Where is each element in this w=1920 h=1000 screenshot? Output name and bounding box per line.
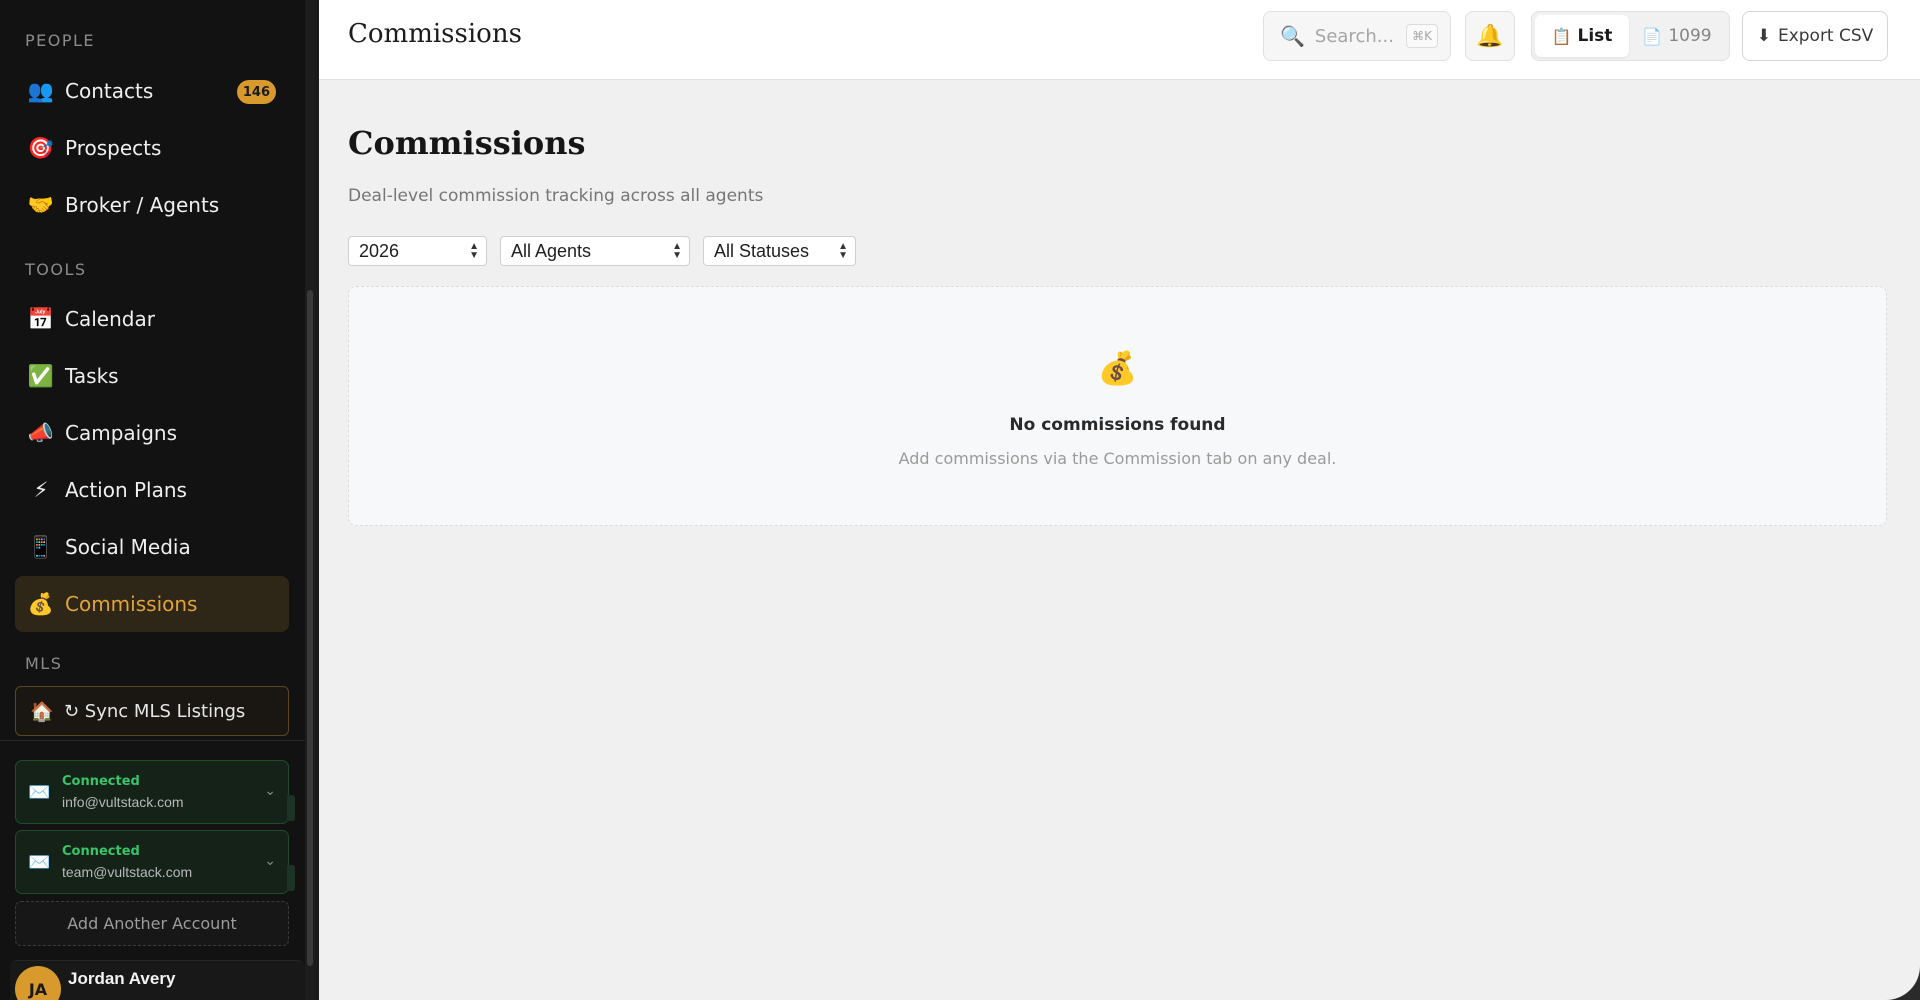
money-bag-icon: 💰: [1097, 349, 1138, 387]
sidebar-item-label: Calendar: [65, 307, 155, 331]
download-icon: ⬇: [1756, 26, 1771, 46]
sidebar-item-commissions[interactable]: 💰 Commissions: [15, 576, 289, 632]
account-tab-handle: [287, 865, 295, 891]
sidebar-scrollbar[interactable]: [305, 0, 315, 1000]
money-bag-icon: 💰: [27, 591, 55, 616]
envelope-icon: ✉️: [28, 851, 51, 873]
page-subtitle: Deal-level commission tracking across al…: [348, 186, 764, 206]
sidebar-divider: [0, 740, 305, 741]
sidebar: PEOPLE 👥 Contacts 146 🎯 Prospects 🤝 Brok…: [0, 0, 305, 1000]
account-status: Connected: [62, 774, 140, 789]
export-csv-button[interactable]: ⬇ Export CSV: [1742, 11, 1888, 61]
shortcut-hint: ⌘K: [1406, 24, 1438, 48]
sidebar-item-tasks[interactable]: ✅ Tasks: [15, 348, 289, 404]
lightning-icon: ⚡: [33, 478, 49, 502]
sidebar-item-prospects[interactable]: 🎯 Prospects: [15, 120, 289, 176]
tab-label: List: [1577, 26, 1613, 46]
sidebar-item-label: Broker / Agents: [65, 193, 220, 217]
sidebar-item-social-media[interactable]: 📱 Social Media: [15, 519, 289, 575]
scrollbar-thumb[interactable]: [307, 290, 313, 966]
sidebar-item-label: Social Media: [65, 535, 191, 559]
empty-state-card: 💰 No commissions found Add commissions v…: [348, 286, 1887, 526]
document-icon: 📄: [1642, 26, 1663, 46]
contacts-count-badge: 146: [236, 80, 276, 104]
house-icon: 🏠: [30, 700, 54, 723]
status-select[interactable]: All Statuses ▲ ▼: [703, 236, 856, 266]
page-title: Commissions: [348, 124, 586, 162]
megaphone-icon: 📣: [27, 420, 55, 445]
checkmark-icon: ✅: [27, 363, 55, 388]
user-name: Jordan Avery: [68, 969, 176, 988]
search-input[interactable]: [1314, 25, 1403, 47]
sidebar-item-broker-agents[interactable]: 🤝 Broker / Agents: [15, 177, 289, 233]
sync-mls-button[interactable]: 🏠 ↻ Sync MLS Listings: [15, 686, 289, 736]
select-arrows-icon: ▲ ▼: [672, 241, 682, 261]
year-select-value: 2026: [359, 240, 400, 261]
sidebar-item-calendar[interactable]: 📅 Calendar: [15, 291, 289, 347]
account-tab-handle: [287, 795, 295, 821]
account-email: team@vultstack.com: [62, 864, 193, 880]
chevron-down-icon[interactable]: ⌄: [264, 853, 276, 869]
envelope-icon: ✉️: [28, 781, 51, 803]
agent-select-value: All Agents: [511, 240, 592, 261]
phone-icon: 📱: [27, 534, 55, 559]
search-icon: 🔍: [1280, 24, 1305, 48]
sidebar-item-label: Tasks: [65, 364, 119, 388]
sidebar-item-label: Campaigns: [65, 421, 178, 445]
avatar: JA: [15, 966, 61, 1000]
tab-label: 1099: [1668, 26, 1712, 46]
handshake-icon: 🤝: [27, 192, 55, 217]
account-status: Connected: [62, 844, 140, 859]
contacts-icon: 👥: [27, 78, 55, 103]
sidebar-item-label: Action Plans: [65, 478, 187, 502]
select-arrows-icon: ▲ ▼: [838, 241, 848, 261]
bell-icon: 🔔: [1476, 23, 1504, 49]
sidebar-item-label: Prospects: [65, 136, 162, 160]
clipboard-icon: 📋: [1551, 26, 1572, 46]
sidebar-item-label: Commissions: [65, 592, 198, 616]
header-title: Commissions: [348, 19, 522, 49]
status-select-value: All Statuses: [714, 240, 810, 261]
export-label: Export CSV: [1777, 26, 1874, 46]
year-select[interactable]: 2026 ▲ ▼: [348, 236, 487, 266]
account-email: info@vultstack.com: [62, 794, 184, 810]
tab-1099[interactable]: 📄 1099: [1629, 15, 1725, 57]
select-arrows-icon: ▲ ▼: [469, 241, 479, 261]
main-border: [315, 0, 319, 1000]
chevron-down-icon[interactable]: ⌄: [264, 783, 276, 799]
tab-list[interactable]: 📋 List: [1535, 15, 1629, 57]
sidebar-item-contacts[interactable]: 👥 Contacts 146: [15, 63, 289, 119]
view-toggle: 📋 List 📄 1099: [1531, 11, 1730, 61]
sidebar-item-action-plans[interactable]: ⚡ Action Plans: [15, 462, 289, 518]
calendar-icon: 📅: [27, 306, 55, 331]
target-icon: 🎯: [27, 135, 55, 160]
empty-state-title: No commissions found: [1009, 415, 1226, 435]
agent-select[interactable]: All Agents ▲ ▼: [500, 236, 690, 266]
section-label-tools: TOOLS: [25, 260, 87, 279]
user-profile[interactable]: JA Jordan Avery: [10, 960, 305, 1000]
top-header: Commissions 🔍 ⌘K 🔔 📋 List 📄 1099 ⬇ Expor…: [319, 0, 1920, 80]
sync-mls-label: ↻ Sync MLS Listings: [64, 700, 246, 722]
notifications-button[interactable]: 🔔: [1465, 11, 1515, 61]
search-box[interactable]: 🔍 ⌘K: [1263, 11, 1451, 61]
empty-state-message: Add commissions via the Commission tab o…: [898, 449, 1337, 468]
section-label-people: PEOPLE: [25, 31, 96, 50]
sidebar-item-campaigns[interactable]: 📣 Campaigns: [15, 405, 289, 461]
email-account-card[interactable]: ✉️ Connected team@vultstack.com ⌄: [15, 830, 295, 894]
sidebar-item-label: Contacts: [65, 79, 154, 103]
email-account-card[interactable]: ✉️ Connected info@vultstack.com ⌄: [15, 760, 295, 824]
section-label-mls: MLS: [25, 654, 63, 673]
add-account-button[interactable]: Add Another Account: [15, 901, 289, 946]
app-window: PEOPLE 👥 Contacts 146 🎯 Prospects 🤝 Brok…: [0, 0, 1920, 1000]
